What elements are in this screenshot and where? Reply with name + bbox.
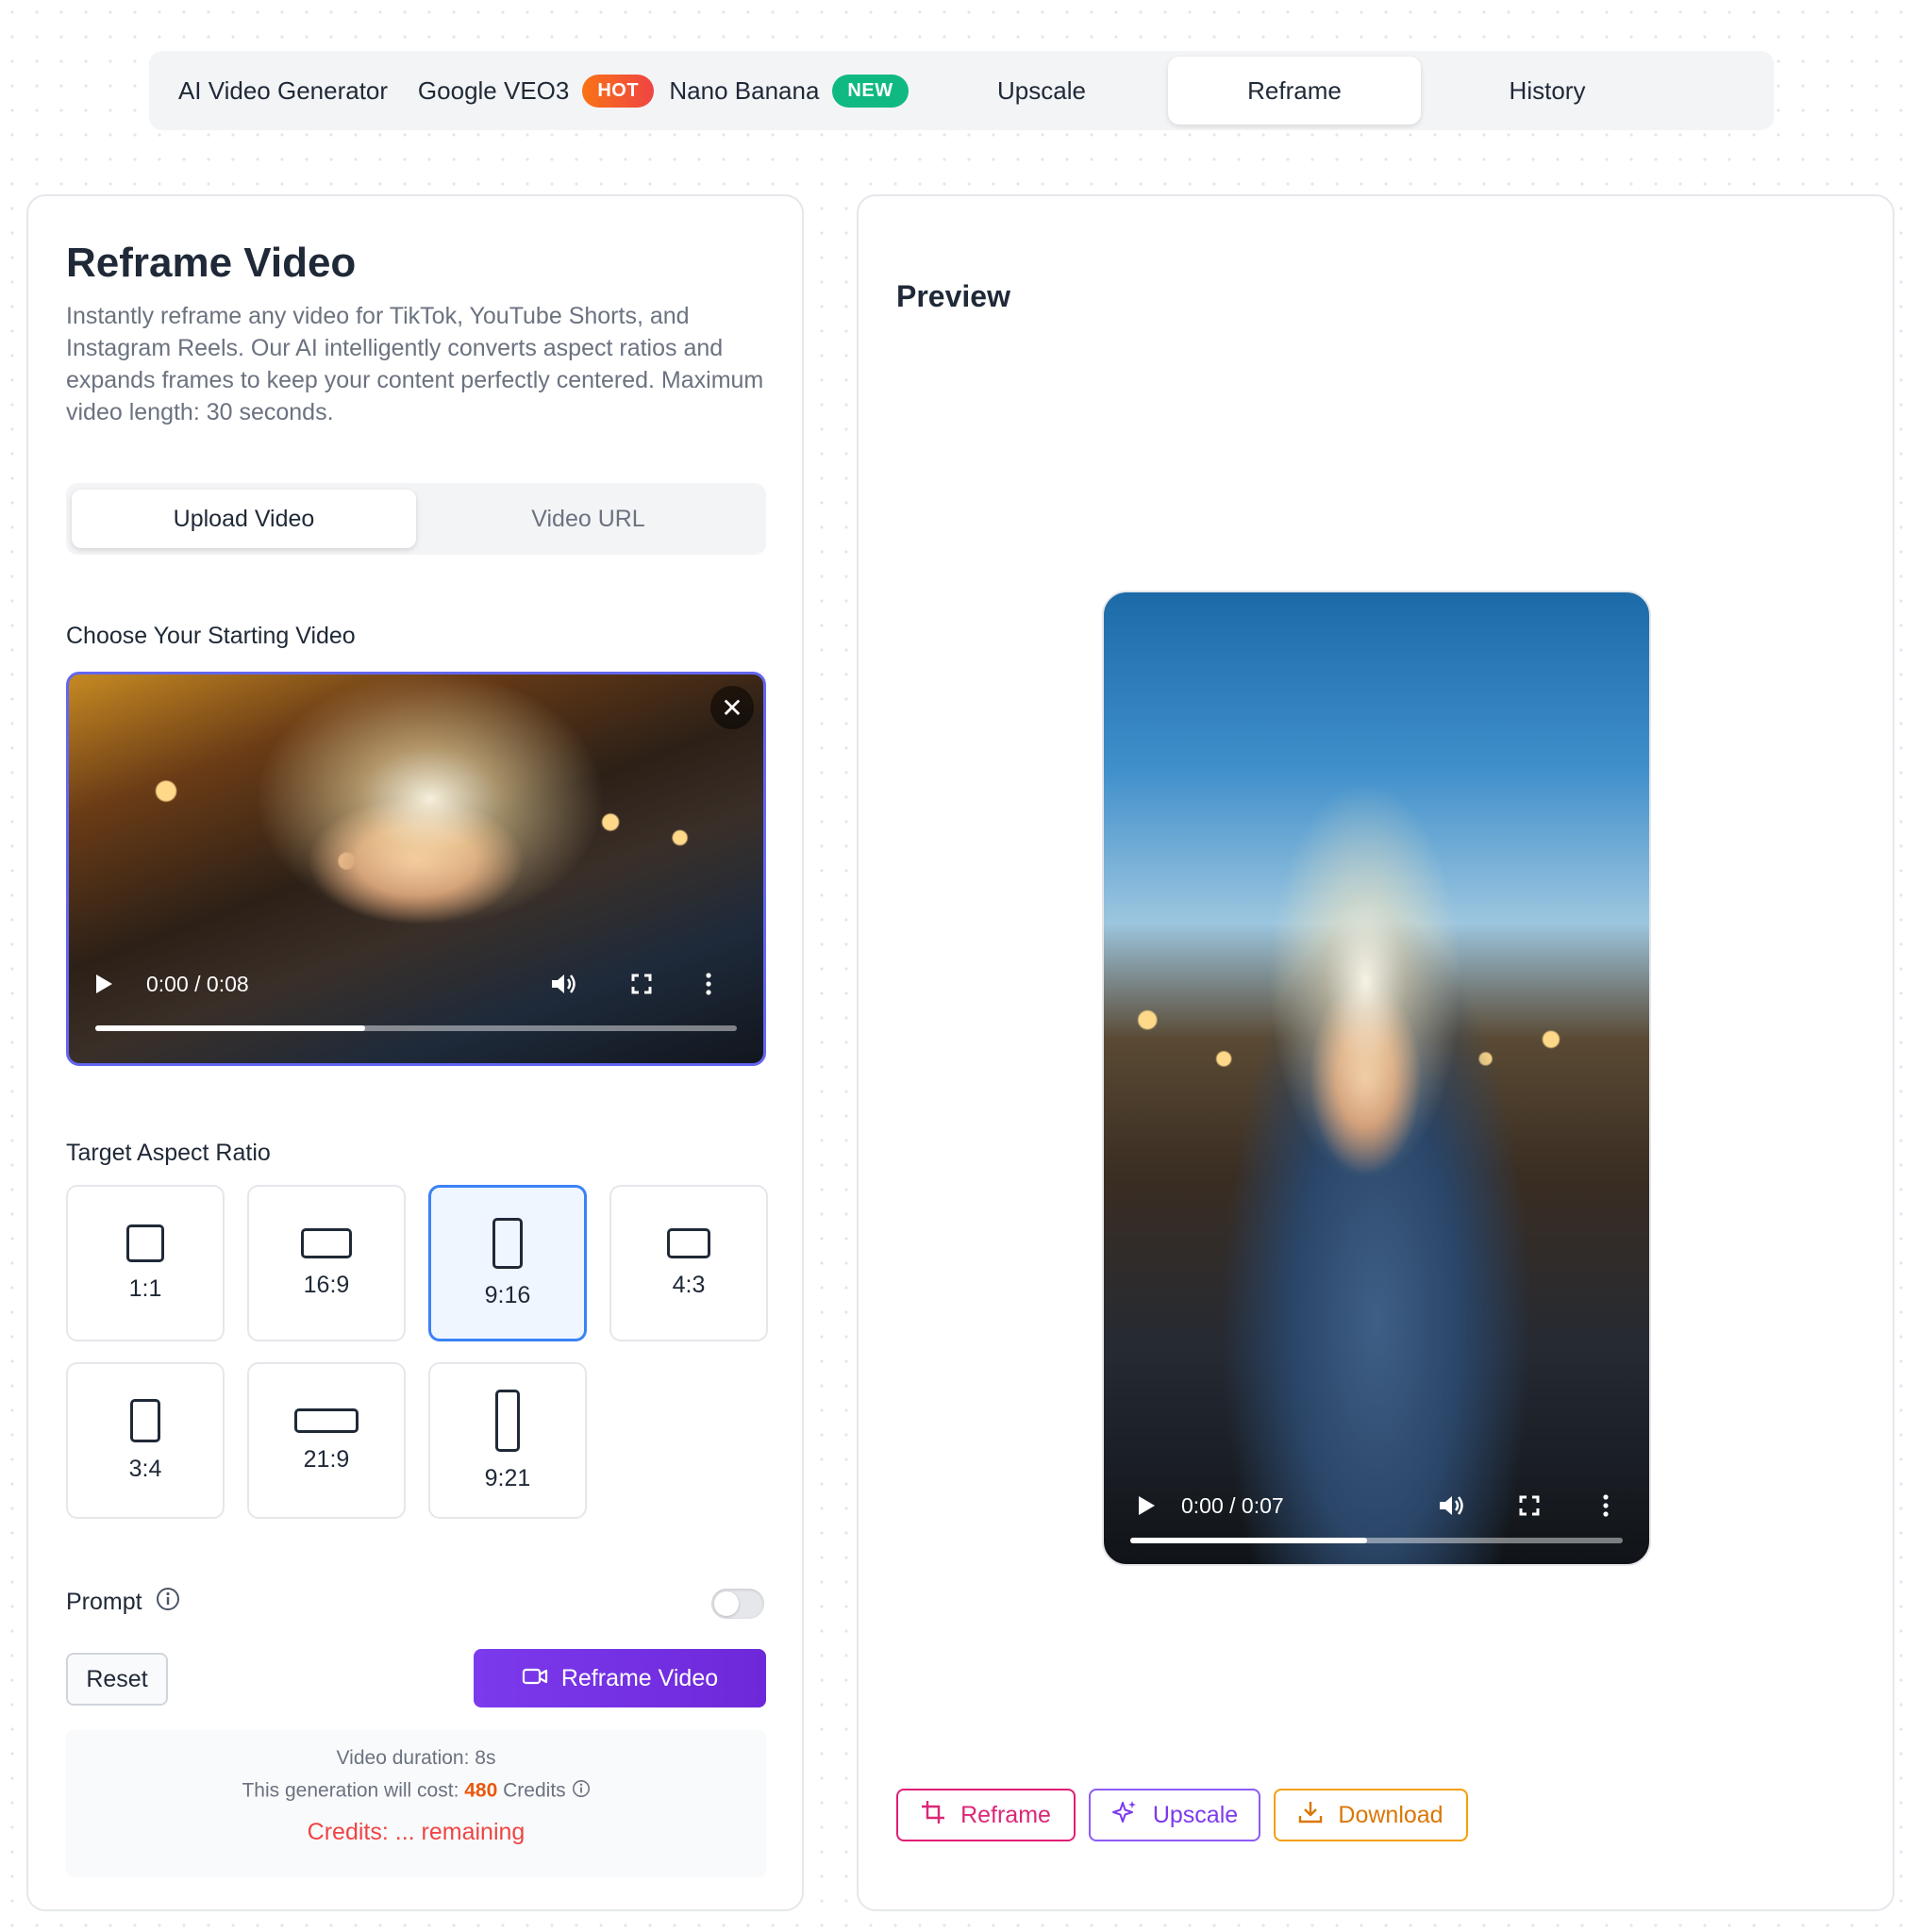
landscape-rect-icon	[301, 1227, 352, 1258]
ratio-label: 9:16	[484, 1281, 531, 1308]
reset-button[interactable]: Reset	[66, 1653, 168, 1706]
ratio-label: 4:3	[672, 1271, 706, 1298]
ratio-label: 3:4	[128, 1455, 162, 1482]
tab-nano-banana[interactable]: Nano Banana NEW	[662, 57, 915, 125]
crop-icon	[921, 1800, 945, 1831]
video-camera-icon	[522, 1665, 548, 1692]
toggle-knob	[714, 1591, 739, 1616]
download-button[interactable]: Download	[1274, 1789, 1468, 1841]
portrait-rect-icon	[130, 1398, 160, 1442]
tab-google-veo3[interactable]: Google VEO3 HOT	[409, 57, 662, 125]
ratio-option-4-3[interactable]: 4:3	[609, 1185, 768, 1341]
source-tabs: Upload Video Video URL	[66, 483, 766, 555]
ratio-option-9-16[interactable]: 9:16	[428, 1185, 587, 1341]
tab-reframe[interactable]: Reframe	[1168, 57, 1421, 125]
ratio-option-16-9[interactable]: 16:9	[247, 1185, 406, 1341]
prompt-toggle[interactable]	[711, 1589, 764, 1619]
cost-prefix: This generation will cost:	[242, 1779, 459, 1802]
info-icon[interactable]	[572, 1779, 591, 1804]
preview-video-player[interactable]: 0:00 / 0:07	[1102, 591, 1651, 1566]
ratio-label: 9:21	[484, 1464, 531, 1491]
video-time: 0:00 / 0:08	[146, 971, 249, 996]
play-icon[interactable]	[1132, 1495, 1160, 1516]
video-controls: 0:00 / 0:07	[1104, 1487, 1649, 1524]
square-icon	[126, 1224, 164, 1262]
tab-label: AI Video Generator	[177, 75, 389, 105]
tab-label: Google VEO3	[417, 75, 570, 105]
credits-remaining: Credits: ... remaining	[307, 1819, 526, 1845]
ratio-label: 16:9	[303, 1271, 350, 1298]
video-progress-bar[interactable]	[1130, 1538, 1623, 1543]
prompt-row: Prompt	[66, 1587, 180, 1618]
landscape-rect-icon	[667, 1227, 710, 1258]
volume-icon[interactable]	[1436, 1493, 1468, 1518]
tab-label: Upscale	[997, 75, 1086, 105]
tall-rect-icon	[495, 1389, 520, 1452]
cost-summary: Video duration: 8s This generation will …	[66, 1730, 766, 1877]
preview-panel: Preview 0:00 / 0:07 Reframe Upscale Down…	[857, 194, 1894, 1911]
reframe-video-label: Reframe Video	[560, 1664, 719, 1691]
tab-label: Reframe	[1247, 75, 1342, 105]
video-duration-text: Video duration: 8s	[336, 1747, 496, 1769]
ratio-option-21-9[interactable]: 21:9	[247, 1362, 406, 1519]
hot-badge: HOT	[582, 74, 655, 108]
cost-amount: 480	[464, 1779, 498, 1802]
video-controls: 0:00 / 0:08	[69, 965, 763, 1003]
ratio-label: 1:1	[128, 1274, 162, 1302]
volume-icon[interactable]	[548, 972, 580, 996]
tab-history[interactable]: History	[1421, 57, 1674, 125]
fullscreen-icon[interactable]	[627, 974, 656, 994]
ratio-label: 21:9	[303, 1445, 350, 1473]
fullscreen-icon[interactable]	[1515, 1495, 1544, 1516]
page-description: Instantly reframe any video for TikTok, …	[66, 303, 764, 425]
tab-video-url[interactable]: Video URL	[416, 490, 760, 548]
tab-upload-video[interactable]: Upload Video	[72, 490, 416, 548]
reframe-video-button[interactable]: Reframe Video	[474, 1649, 766, 1707]
download-label: Download	[1338, 1801, 1443, 1828]
preview-title: Preview	[896, 279, 1010, 313]
reframe-form-panel: Reframe Video Instantly reframe any vide…	[26, 194, 804, 1911]
more-options-icon[interactable]	[699, 973, 718, 995]
tab-ai-video-generator[interactable]: AI Video Generator	[157, 57, 409, 125]
video-progress-fill	[95, 1025, 365, 1031]
prompt-label: Prompt	[66, 1589, 142, 1615]
portrait-rect-icon	[492, 1217, 523, 1269]
play-icon[interactable]	[90, 974, 118, 994]
sparkles-icon	[1111, 1799, 1138, 1832]
wide-rect-icon	[294, 1407, 359, 1433]
download-icon	[1298, 1800, 1323, 1831]
tab-label: Nano Banana	[669, 75, 820, 105]
tab-upscale[interactable]: Upscale	[915, 57, 1168, 125]
ratio-option-3-4[interactable]: 3:4	[66, 1362, 225, 1519]
more-options-icon[interactable]	[1596, 1494, 1615, 1517]
info-icon[interactable]	[156, 1587, 180, 1618]
cost-suffix: Credits	[503, 1779, 566, 1802]
ratio-option-9-21[interactable]: 9:21	[428, 1362, 587, 1519]
reframe-label: Reframe	[960, 1801, 1051, 1828]
video-progress-fill	[1130, 1538, 1367, 1543]
choose-video-label: Choose Your Starting Video	[66, 623, 356, 649]
page-title: Reframe Video	[66, 240, 357, 286]
aspect-ratio-label: Target Aspect Ratio	[66, 1140, 271, 1166]
new-badge: NEW	[832, 74, 909, 108]
reframe-button[interactable]: Reframe	[896, 1789, 1076, 1841]
video-progress-bar[interactable]	[95, 1025, 737, 1031]
upscale-label: Upscale	[1152, 1801, 1239, 1828]
cost-line: This generation will cost: 480 Credits	[66, 1779, 766, 1804]
close-icon[interactable]: ✕	[710, 686, 754, 729]
source-video-player[interactable]: ✕ 0:00 / 0:08	[66, 672, 766, 1066]
tab-label: History	[1509, 75, 1586, 105]
upscale-button[interactable]: Upscale	[1089, 1789, 1260, 1841]
top-nav: AI Video Generator Google VEO3 HOT Nano …	[149, 51, 1774, 130]
ratio-option-1-1[interactable]: 1:1	[66, 1185, 225, 1341]
video-time: 0:00 / 0:07	[1181, 1492, 1284, 1518]
